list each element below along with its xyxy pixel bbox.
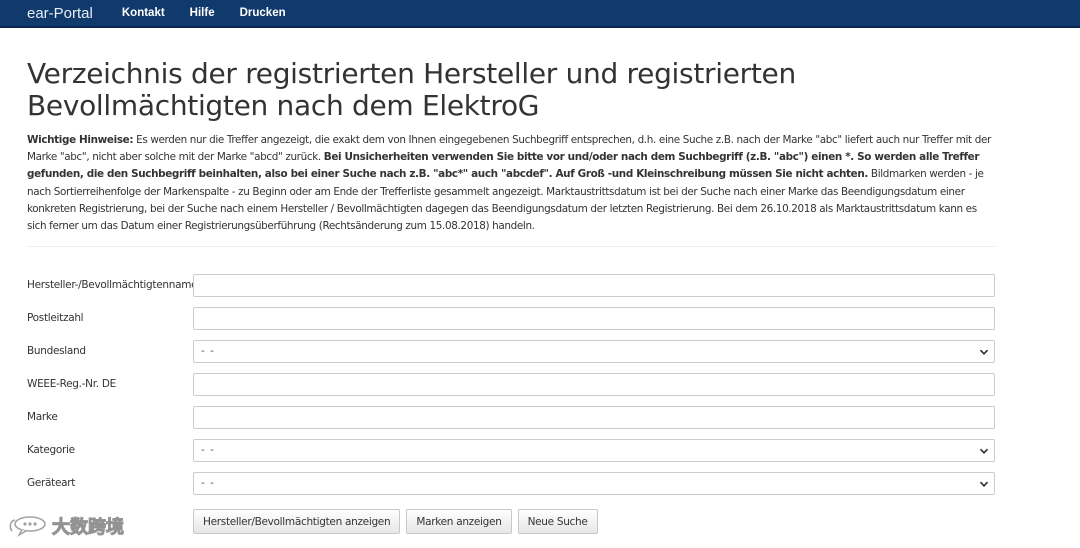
category-select[interactable]: - - xyxy=(193,439,995,462)
form-row-state: Bundesland - - xyxy=(27,340,996,365)
form-row-device-type: Geräteart - - xyxy=(27,472,996,497)
show-brands-button[interactable]: Marken anzeigen xyxy=(406,509,512,534)
divider xyxy=(27,246,996,247)
form-buttons: Hersteller/Bevollmächtigten anzeigen Mar… xyxy=(193,509,604,534)
device-type-select[interactable]: - - xyxy=(193,472,995,495)
show-manufacturers-button[interactable]: Hersteller/Bevollmächtigten anzeigen xyxy=(193,509,401,534)
state-select[interactable]: - - xyxy=(193,340,995,363)
notice-lead: Wichtige Hinweise: xyxy=(27,134,134,146)
form-row-weee: WEEE-Reg.-Nr. DE xyxy=(27,373,996,398)
manufacturer-name-input[interactable] xyxy=(193,274,995,297)
device-type-label: Geräteart xyxy=(27,477,76,489)
form-row-manufacturer: Hersteller-/Bevollmächtigtenname xyxy=(27,274,996,299)
chevron-down-icon xyxy=(979,448,989,454)
watermark-text: 大数跨境 xyxy=(52,517,125,539)
category-select-value: - - xyxy=(201,444,215,456)
form-row-postal-code: Postleitzahl xyxy=(27,307,996,332)
form-row-category: Kategorie - - xyxy=(27,439,996,464)
weee-reg-input[interactable] xyxy=(193,373,995,396)
nav-link-drucken[interactable]: Drucken xyxy=(240,7,286,19)
chevron-down-icon xyxy=(979,349,989,355)
nav-link-hilfe[interactable]: Hilfe xyxy=(190,7,215,19)
brand-logo-text[interactable]: ear-Portal xyxy=(27,5,93,22)
watermark: 大数跨境 xyxy=(8,513,125,539)
brand-label: Marke xyxy=(27,411,58,423)
category-label: Kategorie xyxy=(27,444,75,456)
brand-input[interactable] xyxy=(193,406,995,429)
nav-link-kontakt[interactable]: Kontakt xyxy=(122,7,165,19)
state-label: Bundesland xyxy=(27,345,86,357)
postal-code-label: Postleitzahl xyxy=(27,312,84,324)
top-navbar: ear-Portal Kontakt Hilfe Drucken xyxy=(0,0,1080,28)
manufacturer-name-label: Hersteller-/Bevollmächtigtenname xyxy=(27,279,198,291)
chevron-down-icon xyxy=(979,481,989,487)
postal-code-input[interactable] xyxy=(193,307,995,330)
notice-text: Wichtige Hinweise: Es werden nur die Tre… xyxy=(27,132,997,235)
form-row-brand: Marke xyxy=(27,406,996,431)
state-select-value: - - xyxy=(201,345,215,357)
page-title: Verzeichnis der registrierten Hersteller… xyxy=(27,57,796,122)
new-search-button[interactable]: Neue Suche xyxy=(517,509,598,534)
nav-links: Kontakt Hilfe Drucken xyxy=(122,7,311,19)
device-type-select-value: - - xyxy=(201,477,215,489)
weee-reg-label: WEEE-Reg.-Nr. DE xyxy=(27,378,116,390)
chat-bubble-logo-icon xyxy=(9,516,46,537)
